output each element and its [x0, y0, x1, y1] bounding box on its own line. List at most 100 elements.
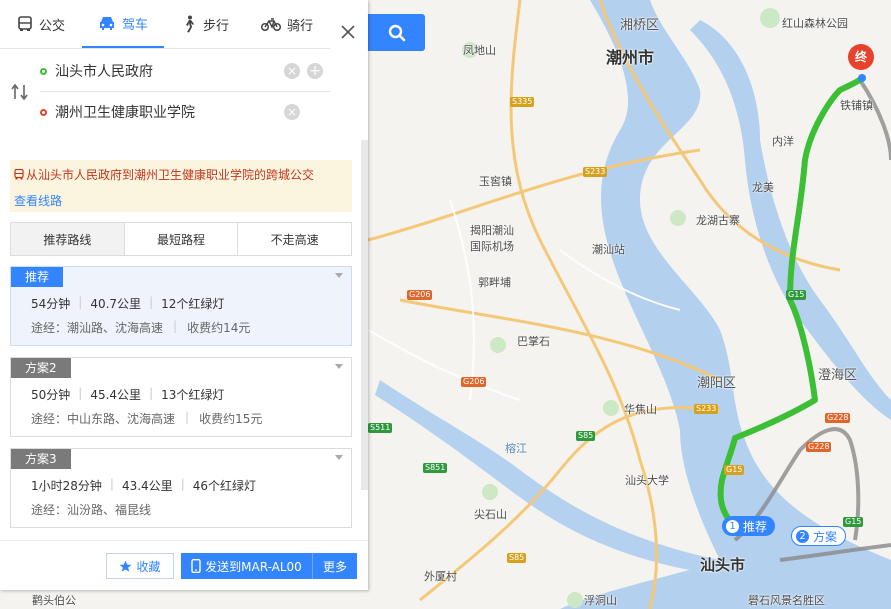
- bike-icon: [260, 18, 281, 31]
- search-button[interactable]: [368, 14, 425, 51]
- route-toll: 收费约15元: [199, 412, 263, 426]
- map-label-airport1: 揭阳潮汕: [470, 224, 514, 237]
- road-shield: S233: [583, 167, 608, 177]
- map-label-shantou: 汕头市: [700, 556, 746, 574]
- map-label-chaoshan-station: 潮汕站: [592, 243, 625, 256]
- map-label-waixia: 外厦村: [424, 570, 457, 583]
- route-option-3[interactable]: 方案3 1小时28分钟 | 43.4公里 | 46个红绿灯 途经：汕汾路、福昆线: [10, 448, 352, 528]
- road-shield: G228: [806, 442, 832, 452]
- road-shield: G15: [724, 465, 745, 475]
- map-label-fushan: 浮洞山: [584, 594, 617, 607]
- tab-shortest[interactable]: 最短路程: [125, 223, 239, 255]
- road-shield: S85: [507, 553, 527, 563]
- send-to-phone-button[interactable]: 发送到MAR-AL00: [181, 553, 313, 579]
- route-panel: 公交 驾车 步行 骑行 汕头市人民政府 × + 潮州卫生健康职业学院 × 从汕头…: [0, 0, 368, 590]
- road-shield: G15: [786, 290, 807, 300]
- map-label-rongjiang: 榕江: [505, 442, 527, 455]
- map-label-honghill: 红山森林公园: [782, 17, 848, 30]
- end-marker[interactable]: 终: [848, 44, 874, 70]
- map-label-yutang: 玉窖镇: [479, 175, 512, 188]
- mode-tab-car[interactable]: 驾车: [82, 0, 164, 48]
- start-input-value: 汕头市人民政府: [55, 64, 153, 80]
- route-time: 1小时28分钟: [31, 479, 102, 493]
- route-time: 50分钟: [31, 388, 71, 402]
- end-input-value: 潮州卫生健康职业学院: [55, 105, 195, 121]
- road-shield: S511: [368, 423, 393, 433]
- route-distance: 43.4公里: [121, 479, 173, 493]
- mode-tab-walk[interactable]: 步行: [164, 0, 246, 48]
- map-label-bazhangshi: 巴掌石: [517, 335, 550, 348]
- map-label-lingxia: 鹳头伯公: [32, 594, 76, 607]
- route-distance: 45.4公里: [90, 388, 142, 402]
- tab-recommended[interactable]: 推荐路线: [11, 223, 125, 255]
- route-tag-recommended[interactable]: 1 推荐: [722, 516, 776, 536]
- route-option-1[interactable]: 推荐 54分钟 | 40.7公里 | 12个红绿灯 途经：潮汕路、沈海高速 | 收费约…: [10, 266, 352, 346]
- route-distance: 40.7公里: [90, 297, 142, 311]
- star-icon: [120, 560, 132, 572]
- map-label-fengdishan: 凤地山: [463, 44, 496, 57]
- route-stats: 1小时28分钟 | 43.4公里 | 46个红绿灯: [31, 477, 257, 493]
- mode-tabs: 公交 驾车 步行 骑行: [0, 0, 330, 49]
- walk-icon: [185, 15, 194, 33]
- road-shield: S85: [576, 431, 596, 441]
- route-tag-number: 2: [796, 529, 809, 543]
- view-lines-link[interactable]: 查看线路: [14, 192, 62, 209]
- favorite-button[interactable]: 收藏: [106, 553, 174, 579]
- route-badge: 推荐: [11, 267, 64, 287]
- route-tag-label: 方案: [813, 529, 838, 544]
- route-via-text: 途经：潮汕路、沈海高速: [31, 321, 164, 335]
- mode-label: 步行: [202, 18, 229, 34]
- map-label-airport2: 国际机场: [470, 240, 514, 253]
- route-badge: 方案2: [11, 358, 71, 378]
- phone-icon: [191, 559, 201, 573]
- map-label-neiyang: 内洋: [772, 135, 794, 148]
- favorite-label: 收藏: [136, 559, 161, 574]
- clear-start-button[interactable]: ×: [284, 63, 300, 79]
- road-shield: G15: [843, 517, 864, 527]
- map-label-chenghai: 澄海区: [818, 368, 858, 383]
- mode-tab-bike[interactable]: 骑行: [246, 0, 328, 48]
- bus-icon: [14, 169, 24, 180]
- road-shield: S851: [423, 463, 448, 473]
- chevron-down-icon: [335, 455, 343, 460]
- panel-footer: 收藏 发送到MAR-AL00 更多: [0, 540, 368, 591]
- mode-label: 驾车: [121, 17, 148, 33]
- route-tag-alt[interactable]: 2 方案: [791, 526, 847, 546]
- close-button[interactable]: [330, 12, 366, 52]
- route-tag-label: 推荐: [743, 519, 768, 534]
- route-via: 途经：汕汾路、福昆线: [31, 501, 151, 518]
- tab-no-highway[interactable]: 不走高速: [238, 223, 351, 255]
- cross-city-notice: 从汕头市人民政府到潮州卫生健康职业学院的跨城公交 查看线路: [10, 160, 352, 212]
- start-dot-icon: [40, 67, 47, 75]
- bus-icon: [18, 16, 32, 31]
- route-option-2[interactable]: 方案2 50分钟 | 45.4公里 | 13个红绿灯 途经：中山东路、沈海高速 | 收…: [10, 357, 352, 437]
- swap-icon[interactable]: [10, 83, 30, 101]
- route-preference-tabs: 推荐路线 最短路程 不走高速: [10, 222, 352, 256]
- more-button[interactable]: 更多: [313, 553, 357, 579]
- map-label-tiepu: 铁铺镇: [840, 99, 873, 112]
- road-shield: S335: [510, 97, 535, 107]
- road-shield: S233: [694, 404, 719, 414]
- search-icon: [388, 24, 405, 41]
- route-lights: 12个红绿灯: [161, 297, 225, 311]
- mode-label: 骑行: [286, 18, 313, 34]
- road-shield: G206: [407, 290, 433, 300]
- route-lights: 13个红绿灯: [161, 388, 225, 402]
- road-shield: G228: [825, 413, 851, 423]
- mode-label: 公交: [38, 18, 65, 34]
- route-tag-number: 1: [726, 519, 739, 533]
- send-label: 发送到MAR-AL00: [205, 559, 302, 574]
- mode-tab-bus[interactable]: 公交: [0, 0, 82, 48]
- route-toll: 收费约14元: [187, 321, 251, 335]
- route-via-text: 途经：中山东路、沈海高速: [31, 412, 176, 426]
- road-shield: G206: [461, 377, 487, 387]
- panel-scrollbar[interactable]: [361, 140, 368, 490]
- add-waypoint-button[interactable]: +: [307, 63, 323, 79]
- map-label-chaoan: 潮阳区: [697, 376, 737, 391]
- chevron-down-icon: [335, 364, 343, 369]
- clear-end-button[interactable]: ×: [284, 104, 300, 120]
- close-icon: [341, 25, 355, 39]
- car-icon: [99, 17, 114, 30]
- map-label-longhu: 龙湖古寨: [696, 214, 740, 227]
- map-label-longmei: 龙美: [752, 181, 774, 194]
